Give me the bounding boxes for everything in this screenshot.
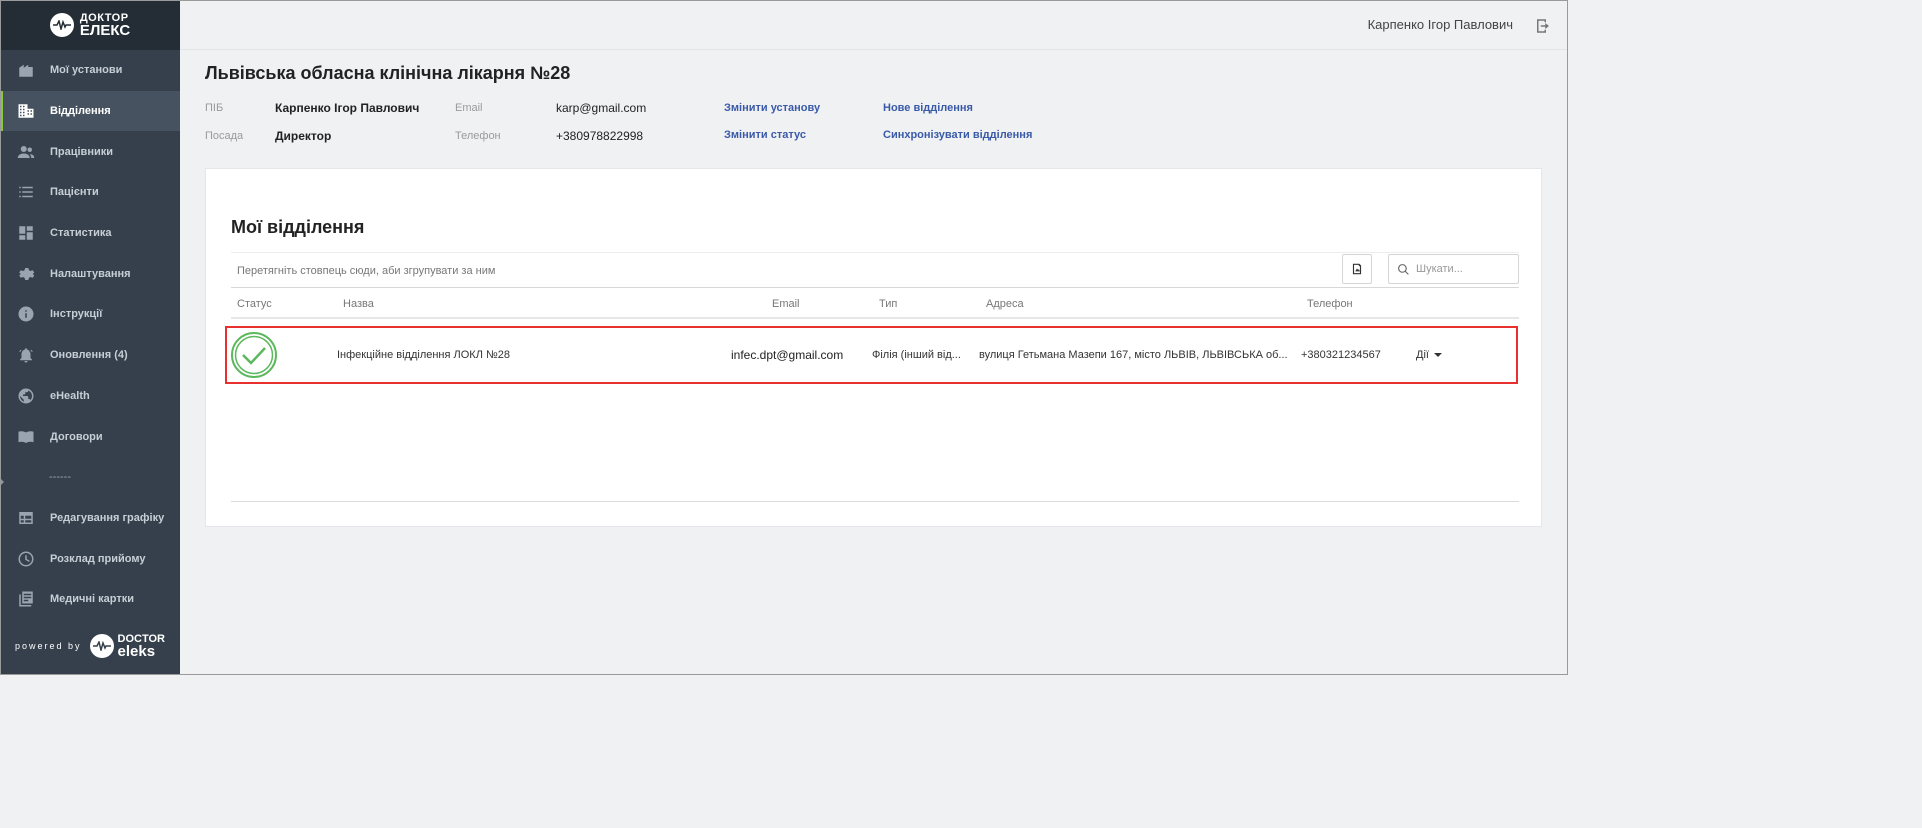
sidebar-item-label: Договори <box>50 430 103 443</box>
sidebar-item-label: Працівники <box>50 145 113 158</box>
change-status-link[interactable]: Змінити статус <box>724 129 806 141</box>
search-input[interactable] <box>1416 263 1511 275</box>
list-icon <box>17 183 35 201</box>
export-icon <box>1352 263 1362 275</box>
phone-value: +380978822998 <box>556 129 644 143</box>
cards-icon <box>17 590 35 608</box>
sidebar-item-patients[interactable]: Пацієнти <box>0 172 180 213</box>
email-value: karp@gmail.com <box>556 101 647 115</box>
sidebar-item-label: Налаштування <box>50 267 131 280</box>
logo-text: ДОКТОР ЕЛЕКС <box>79 12 131 39</box>
sidebar-item-schedule-editing[interactable]: Редагування графіку <box>0 498 180 539</box>
row-email: infec.dpt@gmail.com <box>731 348 844 362</box>
new-department-link[interactable]: Нове відділення <box>883 102 973 114</box>
globe-icon <box>17 387 35 405</box>
sidebar-separator-label: ------ <box>49 471 71 484</box>
sync-departments-link[interactable]: Синхронізувати відділення <box>883 129 1032 141</box>
info-icon <box>17 305 35 323</box>
table-icon <box>17 509 35 527</box>
column-header-name[interactable]: Назва <box>343 298 374 310</box>
sidebar-item-label: Розклад прийому <box>50 552 146 565</box>
table-row[interactable]: Інфекційне відділення ЛОКЛ №28 infec.dpt… <box>225 326 1518 384</box>
doctor-eleks-logo: DOCTOR eleks <box>89 633 165 660</box>
book-icon <box>17 428 35 446</box>
sidebar-item-label: Мої установи <box>50 64 123 77</box>
people-icon <box>17 143 35 161</box>
group-hint: Перетягніть стовпець сюди, аби згрупуват… <box>237 265 496 277</box>
sidebar-item-departments[interactable]: Відділення <box>0 90 180 132</box>
sidebar-item-medical-cards[interactable]: Медичні картки <box>0 579 180 620</box>
pulse-logo-icon <box>49 13 74 37</box>
column-header-address[interactable]: Адреса <box>986 298 1024 310</box>
table-header: Статус Назва Email Тип Адреса Телефон <box>231 289 1519 319</box>
logo-line2: ЕЛЕКС <box>79 21 131 39</box>
bell-icon <box>17 346 35 364</box>
sidebar-item-label: Пацієнти <box>50 186 99 199</box>
column-header-status[interactable]: Статус <box>237 298 272 310</box>
group-panel[interactable]: Перетягніть стовпець сюди, аби згрупуват… <box>231 252 1519 288</box>
powered-name: DOCTOR eleks <box>117 633 165 660</box>
email-label: Email <box>455 102 483 114</box>
powered-line2: eleks <box>117 642 156 660</box>
sidebar-item-label: Інструкції <box>50 308 103 321</box>
row-phone: +380321234567 <box>1301 349 1381 361</box>
column-header-type[interactable]: Тип <box>879 298 897 310</box>
gear-icon <box>17 265 35 283</box>
sidebar-separator: ------ <box>0 457 180 498</box>
sidebar-collapse-handle[interactable] <box>0 478 4 486</box>
pib-label: ПІБ <box>205 102 224 114</box>
powered-by-text: powered by <box>15 641 82 651</box>
sidebar-item-contracts[interactable]: Договори <box>0 416 180 457</box>
table-bottom-border <box>231 501 1519 502</box>
sidebar-item-instructions[interactable]: Інструкції <box>0 294 180 335</box>
sidebar-item-appointments[interactable]: Розклад прийому <box>0 538 180 579</box>
column-header-email[interactable]: Email <box>772 298 800 310</box>
pulse-logo-icon <box>89 634 114 658</box>
column-header-phone[interactable]: Телефон <box>1307 298 1353 310</box>
row-address: вулиця Гетьмана Мазепи 167, місто ЛЬВІВ,… <box>979 349 1288 361</box>
position-value: Директор <box>275 129 332 143</box>
building-icon <box>17 61 35 79</box>
department-icon <box>17 102 35 120</box>
row-type: Філія (інший від... <box>872 349 961 361</box>
sidebar-item-ehealth[interactable]: eHealth <box>0 376 180 417</box>
sidebar-item-statistics[interactable]: Статистика <box>0 213 180 254</box>
sidebar-item-label: eHealth <box>50 389 90 402</box>
change-institution-link[interactable]: Змінити установу <box>724 102 820 114</box>
row-name: Інфекційне відділення ЛОКЛ №28 <box>337 349 511 361</box>
sidebar-item-settings[interactable]: Налаштування <box>0 253 180 294</box>
sidebar-item-label: Медичні картки <box>50 593 135 606</box>
caret-down-icon <box>1433 353 1442 357</box>
row-actions-label: Дії <box>1416 349 1429 361</box>
sidebar-item-label: Оновлення (4) <box>50 349 128 362</box>
app-logo[interactable]: ДОКТОР ЕЛЕКС <box>0 0 180 50</box>
export-button[interactable] <box>1342 254 1372 284</box>
top-bar: Карпенко Ігор Павлович <box>180 0 1568 50</box>
departments-title: Мої відділення <box>231 217 365 237</box>
search-icon <box>1398 263 1409 275</box>
sidebar: ДОКТОР ЕЛЕКС Мої установи Відділення Пра… <box>0 0 180 675</box>
powered-by-footer: powered by DOCTOR eleks <box>0 617 180 675</box>
status-check-icon <box>231 332 277 378</box>
current-user-name[interactable]: Карпенко Ігор Павлович <box>1368 17 1513 32</box>
position-label: Посада <box>205 130 244 142</box>
main-content: Львівська обласна клінічна лікарня №28 П… <box>180 50 1568 675</box>
pib-value: Карпенко Ігор Павлович <box>275 101 420 115</box>
dashboard-icon <box>17 224 35 242</box>
sidebar-item-label: Статистика <box>50 227 112 240</box>
phone-label: Телефон <box>455 130 501 142</box>
sidebar-item-label: Відділення <box>50 105 111 118</box>
logout-icon[interactable] <box>1534 17 1552 35</box>
clock-icon <box>17 550 35 568</box>
sidebar-item-label: Редагування графіку <box>50 511 165 524</box>
sidebar-item-my-institutions[interactable]: Мої установи <box>0 50 180 91</box>
search-box[interactable] <box>1388 254 1519 284</box>
departments-card: Мої відділення Перетягніть стовпець сюди… <box>205 168 1542 527</box>
sidebar-nav: Мої установи Відділення Працівники Паціє… <box>0 50 180 620</box>
page-title: Львівська обласна клінічна лікарня №28 <box>205 63 571 83</box>
sidebar-item-updates[interactable]: Оновлення (4) <box>0 335 180 376</box>
sidebar-item-employees[interactable]: Працівники <box>0 131 180 172</box>
row-actions-dropdown[interactable]: Дії <box>1416 349 1442 361</box>
